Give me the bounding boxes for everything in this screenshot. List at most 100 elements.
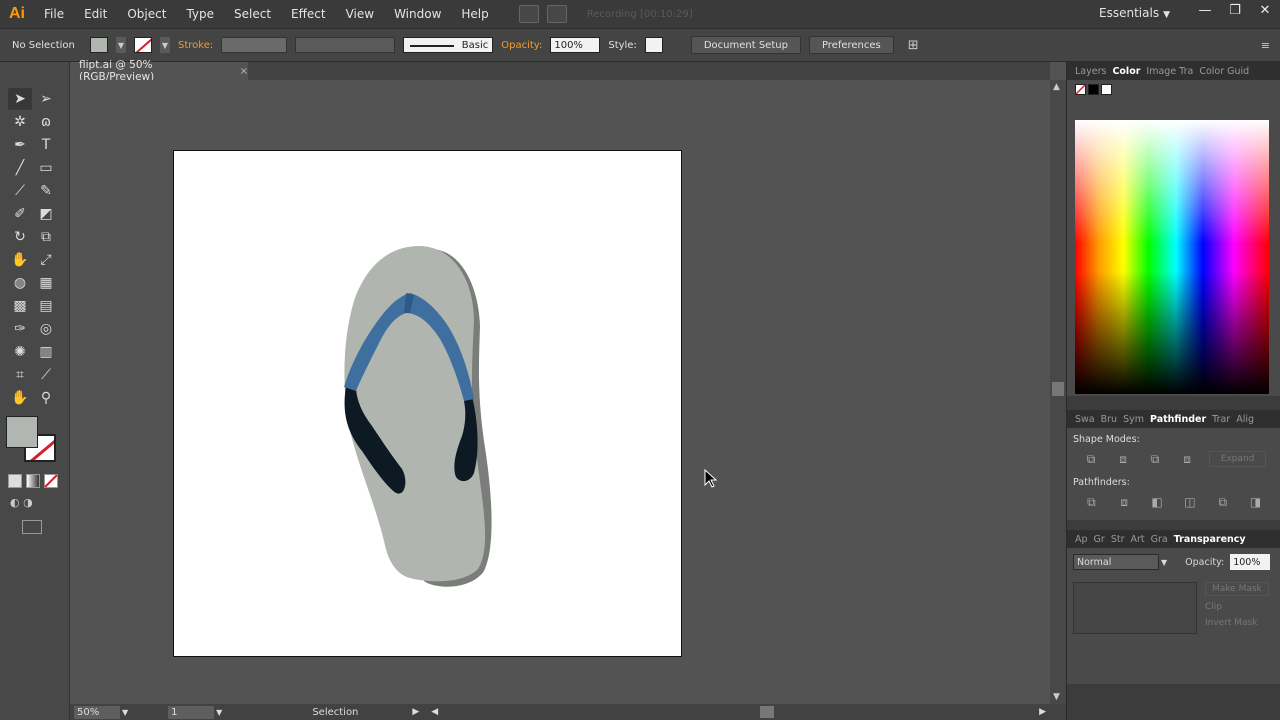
screen-mode-icon[interactable] [22, 520, 42, 534]
vertical-scrollbar[interactable]: ▲ ▼ [1050, 80, 1066, 704]
tab-color-guide[interactable]: Color Guid [1199, 66, 1249, 77]
stroke-swatch[interactable] [134, 37, 152, 53]
menu-help[interactable]: Help [451, 7, 498, 21]
menu-window[interactable]: Window [384, 7, 451, 21]
hand-tool-icon[interactable]: ✋ [8, 387, 32, 409]
variable-width-field[interactable] [295, 37, 396, 53]
fill-dropdown-icon[interactable]: ▼ [116, 37, 126, 53]
symbol-sprayer-tool-icon[interactable]: ✺ [8, 341, 32, 363]
white-swatch[interactable] [1101, 84, 1112, 95]
expand-button[interactable]: Expand [1209, 451, 1266, 467]
artboard-number-field[interactable]: 1 [168, 705, 215, 719]
bridge-button[interactable] [518, 5, 539, 23]
opacity-input[interactable]: 100% [550, 37, 601, 53]
workspace-switcher[interactable]: Essentials ▼ [1099, 6, 1170, 20]
direct-selection-tool-icon[interactable]: ➢ [34, 88, 58, 110]
lasso-tool-icon[interactable]: ɷ [34, 111, 58, 133]
menu-edit[interactable]: Edit [74, 7, 117, 21]
blob-brush-tool-icon[interactable]: ✐ [8, 203, 32, 225]
make-mask-button[interactable]: Make Mask [1205, 582, 1269, 596]
tab-pathfinder[interactable]: Pathfinder [1150, 414, 1206, 425]
none-swatch[interactable] [1075, 84, 1086, 95]
minus-front-icon[interactable]: ⧈ [1113, 451, 1133, 467]
type-tool-icon[interactable]: T [34, 134, 58, 156]
menu-view[interactable]: View [336, 7, 384, 21]
tab-swatches[interactable]: Swa [1075, 414, 1095, 425]
mesh-tool-icon[interactable]: ▩ [8, 295, 32, 317]
clip-checkbox[interactable]: Clip [1205, 602, 1269, 612]
menu-effect[interactable]: Effect [281, 7, 336, 21]
tab-brushes[interactable]: Bru [1101, 414, 1117, 425]
outline-icon[interactable]: ⧉ [1212, 494, 1233, 510]
pencil-tool-icon[interactable]: ✎ [34, 180, 58, 202]
tab-transparency[interactable]: Transparency [1174, 534, 1246, 545]
color-spectrum[interactable] [1075, 120, 1269, 394]
tab-transform[interactable]: Trar [1212, 414, 1230, 425]
slice-tool-icon[interactable]: ⟋ [34, 364, 58, 386]
tab-symbols[interactable]: Sym [1123, 414, 1144, 425]
gradient-mode-icon[interactable] [26, 474, 40, 488]
panel-menu-icon[interactable]: ≡ [1261, 39, 1270, 52]
fill-color-box[interactable] [6, 416, 38, 448]
stroke-dropdown-icon[interactable]: ▼ [160, 37, 170, 53]
magic-wand-tool-icon[interactable]: ✲ [8, 111, 32, 133]
blend-dropdown-icon[interactable]: ▼ [1161, 558, 1167, 567]
vertical-scroll-thumb[interactable] [1052, 382, 1064, 396]
horizontal-scroll-thumb[interactable] [760, 706, 774, 718]
tab-graphic-styles[interactable]: Gr [1094, 534, 1105, 545]
document-setup-button[interactable]: Document Setup [690, 36, 801, 54]
scroll-down-icon[interactable]: ▼ [1053, 692, 1060, 702]
perspective-grid-tool-icon[interactable]: ▦ [34, 272, 58, 294]
tab-image-trace[interactable]: Image Tra [1146, 66, 1193, 77]
fill-swatch[interactable] [90, 37, 108, 53]
flip-flop-artwork[interactable] [174, 151, 683, 658]
tab-stroke[interactable]: Str [1111, 534, 1125, 545]
rectangle-tool-icon[interactable]: ▭ [34, 157, 58, 179]
scale-tool-icon[interactable]: ⧉ [34, 226, 58, 248]
selection-tool-icon[interactable]: ➤ [8, 88, 32, 110]
tab-layers[interactable]: Layers [1075, 66, 1106, 77]
tab-gradient[interactable]: Gra [1151, 534, 1168, 545]
rotate-tool-icon[interactable]: ↻ [8, 226, 32, 248]
mask-thumbnail[interactable] [1073, 582, 1197, 634]
restore-button[interactable]: ❐ [1220, 0, 1250, 20]
canvas-area[interactable] [70, 80, 1050, 704]
crop-icon[interactable]: ◫ [1179, 494, 1200, 510]
minimize-button[interactable]: — [1190, 0, 1220, 20]
zoom-dropdown-icon[interactable]: ▼ [122, 708, 128, 717]
align-options-icon[interactable]: ⊞ [908, 38, 919, 53]
free-transform-tool-icon[interactable]: ⤢ [34, 249, 58, 271]
gradient-tool-icon[interactable]: ▤ [34, 295, 58, 317]
color-mode-icon[interactable] [8, 474, 22, 488]
brush-definition-select[interactable]: Basic [403, 37, 494, 53]
scroll-up-icon[interactable]: ▲ [1053, 82, 1060, 92]
merge-icon[interactable]: ◧ [1147, 494, 1168, 510]
paintbrush-tool-icon[interactable]: ⟋ [8, 180, 32, 202]
draw-mode-icon[interactable]: ◐ ◑ [10, 496, 50, 510]
menu-type[interactable]: Type [176, 7, 224, 21]
stroke-weight-field[interactable] [221, 37, 288, 53]
line-tool-icon[interactable]: ╱ [8, 157, 32, 179]
column-graph-tool-icon[interactable]: ▥ [34, 341, 58, 363]
artboard-tool-icon[interactable]: ⌗ [8, 364, 32, 386]
document-tab[interactable]: flipt.ai @ 50% (RGB/Preview) × [70, 59, 248, 83]
scroll-right-icon[interactable]: ▶ [1039, 707, 1046, 717]
tab-color[interactable]: Color [1112, 66, 1140, 77]
unite-icon[interactable]: ⧉ [1081, 451, 1101, 467]
transparency-opacity-input[interactable]: 100% [1230, 554, 1271, 570]
artboard-dropdown-icon[interactable]: ▼ [216, 708, 222, 717]
blend-tool-icon[interactable]: ◎ [34, 318, 58, 340]
blend-mode-select[interactable]: Normal [1073, 554, 1159, 570]
opacity-label[interactable]: Opacity: [501, 40, 542, 51]
menu-select[interactable]: Select [224, 7, 281, 21]
intersect-icon[interactable]: ⧉ [1145, 451, 1165, 467]
stroke-label[interactable]: Stroke: [178, 40, 213, 51]
status-menu-arrow-icon[interactable]: ▶ [412, 707, 419, 717]
invert-mask-checkbox[interactable]: Invert Mask [1205, 618, 1269, 628]
zoom-level-field[interactable]: 50% [74, 705, 120, 719]
none-mode-icon[interactable] [44, 474, 58, 488]
artboard[interactable] [173, 150, 682, 657]
black-swatch[interactable] [1088, 84, 1099, 95]
close-button[interactable]: ✕ [1250, 0, 1280, 20]
scroll-left-icon[interactable]: ◀ [431, 707, 438, 717]
